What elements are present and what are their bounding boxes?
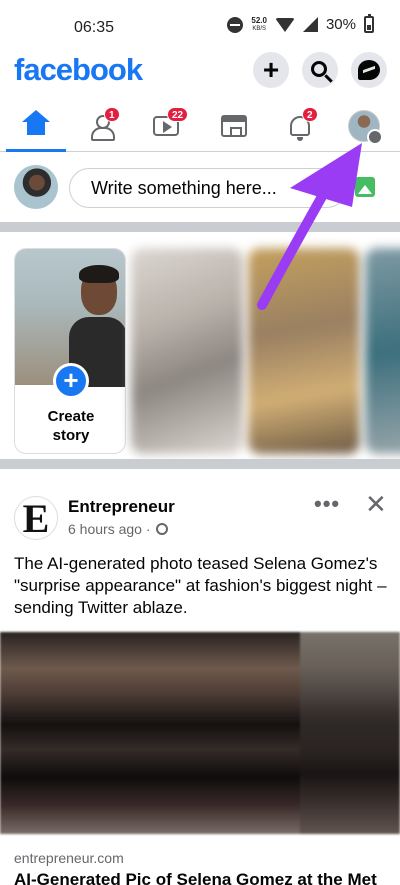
section-divider: [0, 222, 400, 232]
profile-avatar: [348, 110, 383, 145]
messenger-icon: [358, 60, 380, 80]
stories-tray: + Create story: [0, 237, 400, 459]
tab-video[interactable]: 22: [136, 100, 196, 152]
feed-post: E Entrepreneur 6 hours ago · ••• ✕ The A…: [0, 469, 400, 885]
notifications-badge: 2: [302, 107, 318, 122]
add-story-icon[interactable]: +: [53, 363, 89, 399]
plus-icon: +: [262, 54, 280, 85]
post-meta: 6 hours ago ·: [68, 521, 169, 537]
net-speed: 52.0 KB/S: [251, 15, 267, 32]
post-text: The AI-generated photo teased Selena Gom…: [14, 554, 387, 617]
main-nav: 1 22 2: [0, 100, 400, 152]
more-options-button[interactable]: •••: [314, 493, 340, 515]
create-story-label: Create story: [47, 408, 95, 444]
signal-icon: [302, 17, 318, 32]
story-card[interactable]: [131, 248, 243, 454]
battery-percent: 30%: [325, 16, 356, 33]
create-story-card[interactable]: + Create story: [14, 248, 126, 454]
link-title[interactable]: AI-Generated Pic of Selena Gomez at the …: [14, 870, 377, 885]
menu-icon: [367, 129, 383, 145]
tab-menu[interactable]: [334, 100, 394, 152]
status-icons: 52.0 KB/S 30%: [227, 14, 374, 33]
wifi-icon: [274, 17, 295, 32]
do-not-disturb-icon: [227, 16, 244, 33]
home-icon: [22, 109, 50, 136]
tab-notifications[interactable]: 2: [270, 100, 330, 152]
page-avatar[interactable]: E: [14, 496, 58, 541]
create-button[interactable]: +: [253, 52, 289, 88]
avatar[interactable]: [14, 165, 58, 209]
tab-friends[interactable]: 1: [71, 100, 131, 152]
story-card[interactable]: [365, 248, 400, 454]
section-divider: [0, 459, 400, 469]
tab-marketplace[interactable]: [204, 100, 264, 152]
status-bar: 06:35 52.0 KB/S 30%: [0, 0, 400, 52]
messenger-button[interactable]: [351, 52, 387, 88]
post-image[interactable]: [0, 632, 400, 834]
status-time: 06:35: [74, 19, 115, 36]
link-domain: entrepreneur.com: [14, 850, 124, 866]
facebook-logo[interactable]: facebook: [14, 52, 143, 88]
battery-icon: [364, 14, 374, 33]
post-author[interactable]: Entrepreneur: [68, 497, 175, 517]
video-badge: 22: [167, 107, 189, 122]
marketplace-icon: [221, 115, 247, 137]
story-card[interactable]: [248, 248, 360, 454]
photo-icon[interactable]: [355, 177, 375, 197]
search-button[interactable]: [302, 52, 338, 88]
post-time[interactable]: 6 hours ago: [68, 521, 142, 537]
post-composer: Write something here...: [0, 152, 400, 222]
globe-icon: [156, 523, 169, 535]
composer-input[interactable]: Write something here...: [69, 168, 347, 208]
app-header: facebook +: [0, 52, 400, 92]
search-icon: [310, 60, 327, 77]
friends-badge: 1: [104, 107, 120, 122]
tab-home[interactable]: [6, 100, 66, 152]
hide-post-button[interactable]: ✕: [365, 491, 387, 517]
